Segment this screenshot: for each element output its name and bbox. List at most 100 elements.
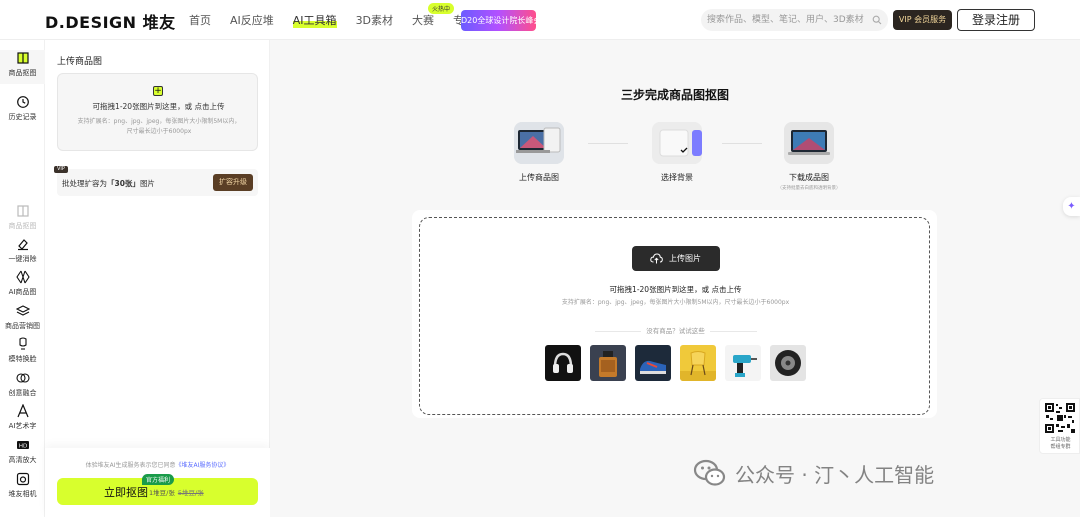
rail-label: 堆友相机 — [8, 490, 37, 498]
model-face-icon — [18, 337, 27, 350]
panel-title: 上传商品图 — [57, 57, 103, 67]
nav-ai-toolbox[interactable]: AI工具箱 — [292, 12, 337, 28]
nav-home[interactable]: 首页 — [189, 12, 211, 28]
promo-hot-tag: 火热中 — [428, 3, 455, 14]
rail-item-marketing[interactable]: 商品营销图 — [0, 304, 45, 331]
product-cutout-icon — [16, 52, 29, 64]
rail-item-hd-upscale[interactable]: HD 高清放大 — [0, 438, 45, 465]
login-register-button[interactable]: 登录注册 — [957, 9, 1035, 31]
rail-label: 商品抠图 — [8, 69, 37, 77]
rail-label: 一键消除 — [8, 255, 37, 263]
official-benefit-badge: 官方福利 — [142, 474, 175, 485]
svg-text:HD: HD — [18, 443, 26, 449]
ai-assistant-sparkle-icon[interactable]: ✦ — [1063, 197, 1080, 216]
wechat-watermark: 公众号 · 汀丶人工智能 — [693, 454, 934, 492]
layers-icon — [15, 305, 30, 316]
upload-area: 上传图片 可拖拽1-20张图片到这里，或 点击上传 支持扩展名：png、jpg、… — [412, 210, 937, 418]
main-canvas: 三步完成商品图抠图 上传商品图 选择背景 下载成品图 （支持批量去白底和透明背景… — [270, 40, 1080, 517]
panel-footer: 体验堆友AI生成服务表示您已同意《堆友AI服务协议》 立即抠图 官方福利 1堆豆… — [45, 448, 270, 517]
rail-item-history[interactable]: 历史记录 — [0, 95, 45, 122]
upload-image-label: 上传图片 — [669, 254, 701, 263]
search-placeholder: 搜索作品、模型、笔记、用户、3D素材 — [707, 15, 864, 25]
rail-label: 模特换脸 — [8, 355, 37, 363]
sample-chair[interactable] — [680, 345, 716, 381]
batch-upgrade-card: 批处理扩容为「30张」图片 扩容升级 — [57, 169, 258, 196]
search-icon[interactable] — [872, 15, 882, 25]
eraser-icon — [17, 239, 28, 251]
rail-item-product-cutout[interactable]: 商品抠图 — [0, 50, 45, 84]
start-cutout-label: 立即抠图 — [104, 486, 148, 499]
rail-item-model-face[interactable]: 模特换脸 — [0, 337, 45, 364]
tool-rail: 商品抠图 历史记录 商品抠图 一键消除 AI商品图 商品营销图 模特换脸 创意融… — [0, 40, 45, 517]
rail-label: AI商品图 — [8, 288, 37, 296]
history-clock-icon — [16, 96, 29, 108]
rail-label: 商品营销图 — [5, 322, 40, 330]
sample-headphones[interactable] — [545, 345, 581, 381]
nav-3d-assets[interactable]: 3D素材 — [356, 12, 393, 28]
rail-label: 商品抠图 — [8, 222, 37, 230]
upload-drop-zone[interactable]: 上传图片 可拖拽1-20张图片到这里，或 点击上传 支持扩展名：png、jpg、… — [419, 217, 930, 415]
camera-icon — [16, 472, 29, 486]
step-download: 下载成品图 （支持批量去白底和透明背景） — [769, 122, 849, 191]
watermark-text: 公众号 · 汀丶人工智能 — [735, 462, 935, 487]
agreement-text: 体验堆友AI生成服务表示您已同意《堆友AI服务协议》 — [85, 462, 230, 469]
step-upload-image — [514, 122, 564, 164]
step-label: 下载成品图 — [789, 173, 829, 182]
upload-panel: 上传商品图 + 可拖拽1-20张图片到这里，或 点击上传 支持扩展名：png、j… — [45, 40, 270, 517]
art-text-icon — [16, 404, 29, 418]
step-download-image — [784, 122, 834, 164]
drop-instruction: 可拖拽1-20张图片到这里，或 点击上传 — [92, 102, 225, 111]
fusion-icon — [15, 373, 30, 383]
start-cutout-button[interactable]: 立即抠图 官方福利 1堆豆/张 5堆豆/张 — [57, 474, 258, 505]
panel-drop-zone[interactable]: + 可拖拽1-20张图片到这里，或 点击上传 支持扩展名：png、jpg、jpe… — [57, 73, 258, 151]
site-logo[interactable]: D.DESIGN 堆友 — [45, 9, 176, 33]
cloud-upload-icon — [650, 253, 663, 264]
rail-item-erase[interactable]: 一键消除 — [0, 237, 45, 264]
nav-contest[interactable]: 大赛 — [412, 12, 434, 28]
rail-label: 高清放大 — [8, 456, 37, 464]
nav-ai-reactor[interactable]: AI反应堆 — [230, 12, 274, 28]
steps-title: 三步完成商品图抠图 — [620, 88, 729, 102]
step-divider — [722, 143, 762, 144]
upload-image-button[interactable]: 上传图片 — [632, 246, 720, 271]
step-background: 选择背景 — [637, 122, 717, 183]
top-navigation-bar: D.DESIGN 堆友 首页 AI反应堆 AI工具箱 3D素材 大赛 专家营 火… — [0, 0, 1080, 40]
batch-text: 批处理扩容为「30张」图片 — [62, 179, 155, 188]
sample-drill[interactable] — [725, 345, 761, 381]
agreement-link[interactable]: 《堆友AI服务协议》 — [176, 462, 230, 469]
sample-sneaker[interactable] — [635, 345, 671, 381]
upgrade-button[interactable]: 扩容升级 — [213, 174, 253, 191]
hd-upscale-icon: HD — [16, 441, 29, 449]
step-background-image — [652, 122, 702, 164]
sample-images — [545, 345, 806, 381]
cost-text: 1堆豆/张 5堆豆/张 — [149, 489, 204, 497]
upload-format-hint: 支持扩展名：png、jpg、jpeg，每张图片大小限制5M以内，尺寸最长边小于6… — [561, 299, 790, 306]
rail-label: AI艺术字 — [8, 422, 37, 430]
promo-banner[interactable]: D20全球设计院长峰会 — [461, 10, 536, 31]
upload-instruction: 可拖拽1-20张图片到这里，或 点击上传 — [609, 285, 742, 294]
rail-item-fusion[interactable]: 创意融合 — [0, 371, 45, 398]
qr-code-card[interactable]: 工具功能 帮组专群 — [1039, 398, 1080, 454]
step-sub-label: （支持批量去白底和透明背景） — [777, 186, 841, 191]
rail-label: 历史记录 — [8, 113, 37, 121]
qr-caption: 工具功能 帮组专群 — [1050, 437, 1071, 450]
wechat-icon — [693, 459, 726, 486]
vip-service-button[interactable]: VIP 会员服务 — [893, 10, 952, 30]
product-cutout-icon — [16, 205, 29, 217]
rail-item-ai-product[interactable]: AI商品图 — [0, 270, 45, 297]
search-input[interactable]: 搜索作品、模型、笔记、用户、3D素材 — [701, 9, 888, 31]
step-divider — [588, 143, 628, 144]
rail-item-art-text[interactable]: AI艺术字 — [0, 404, 45, 431]
rail-item-camera[interactable]: 堆友相机 — [0, 472, 45, 499]
drop-format-hint: 支持扩展名：png、jpg、jpeg，每张图片大小限制5M以内，尺寸最长边小于6… — [77, 118, 241, 135]
sample-perfume[interactable] — [590, 345, 626, 381]
qr-code-icon — [1044, 402, 1076, 434]
main-nav: 首页 AI反应堆 AI工具箱 3D素材 大赛 专家营 — [189, 12, 505, 28]
add-icon: + — [153, 86, 163, 96]
try-these-label: 没有商品？试试这些 — [420, 325, 931, 335]
ai-product-icon — [15, 270, 30, 284]
rail-item-product-cutout-2[interactable]: 商品抠图 — [0, 204, 45, 231]
rail-label: 创意融合 — [8, 389, 37, 397]
vip-badge: VIP — [54, 166, 68, 173]
sample-tire[interactable] — [770, 345, 806, 381]
